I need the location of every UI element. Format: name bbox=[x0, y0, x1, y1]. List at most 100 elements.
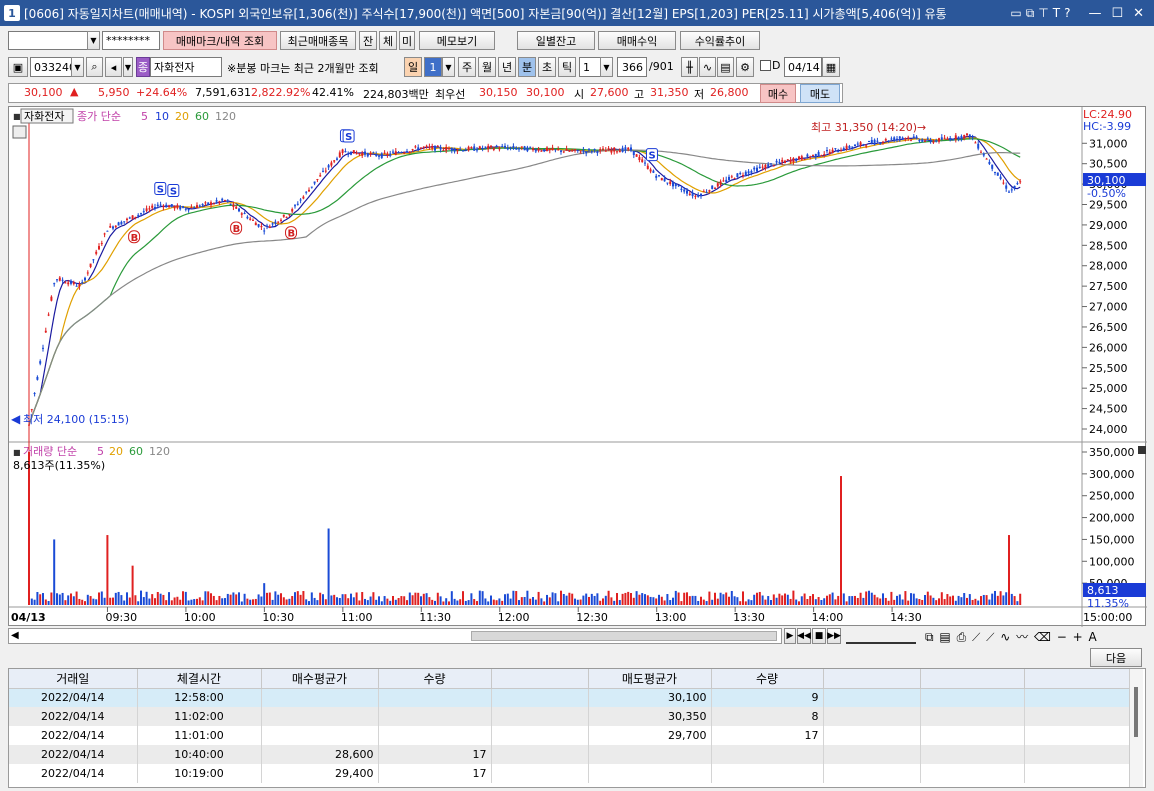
table-header-4[interactable] bbox=[491, 669, 589, 689]
d-checkbox[interactable] bbox=[760, 60, 771, 71]
period-week-button[interactable]: 주 bbox=[458, 57, 476, 77]
table-header-9[interactable] bbox=[1024, 669, 1130, 689]
code-dropdown-icon[interactable]: ▼ bbox=[71, 57, 84, 77]
zoom-slider[interactable] bbox=[846, 628, 916, 644]
interval-input[interactable]: 1 bbox=[579, 57, 601, 77]
pin-icon[interactable]: ⊤ bbox=[1038, 6, 1048, 21]
zoom-in-icon[interactable]: + bbox=[1073, 630, 1084, 644]
grid-icon[interactable] bbox=[12, 125, 27, 139]
period-month-button[interactable]: 월 bbox=[478, 57, 496, 77]
table-row[interactable]: 2022/04/14 11:01:00 29,700 17 bbox=[9, 726, 1130, 745]
recent-trades-button[interactable]: 최근매매종목 bbox=[280, 31, 356, 50]
buy-button[interactable]: 매수 bbox=[760, 84, 796, 103]
date-input[interactable]: 04/14 bbox=[784, 57, 822, 77]
volume-bar bbox=[495, 600, 498, 605]
return-trend-button[interactable]: 수익률추이 bbox=[680, 31, 760, 50]
daily-balance-button[interactable]: 일별잔고 bbox=[517, 31, 595, 50]
period-minute-button[interactable]: 분 bbox=[518, 57, 536, 77]
table-header-7[interactable] bbox=[823, 669, 921, 689]
table-header-2[interactable]: 매수평균가 bbox=[261, 669, 379, 689]
erase-tool-icon[interactable]: ⌫ bbox=[1034, 630, 1052, 644]
table-header-8[interactable] bbox=[920, 669, 1025, 689]
maximize-button[interactable]: ☐ bbox=[1111, 6, 1123, 21]
table-header-1[interactable]: 체결시간 bbox=[137, 669, 262, 689]
volume-pane-close-icon[interactable] bbox=[1138, 446, 1146, 454]
gear-icon[interactable]: ⚙ bbox=[736, 57, 754, 77]
balance-button[interactable]: 잔 bbox=[359, 31, 377, 50]
volume-bar bbox=[212, 595, 215, 605]
zoom-out-icon[interactable]: − bbox=[1057, 630, 1068, 644]
speaker-icon[interactable]: ◂ bbox=[105, 57, 122, 77]
chart-panel[interactable]: 31,00030,50030,00029,50029,00028,50028,0… bbox=[8, 106, 1147, 627]
font-icon[interactable]: A bbox=[1089, 630, 1098, 644]
help-icon[interactable]: ? bbox=[1064, 6, 1070, 21]
calendar-icon[interactable]: ▦ bbox=[822, 57, 840, 77]
copy-chart-icon[interactable]: ⧉ bbox=[925, 630, 935, 644]
candle-body bbox=[462, 150, 464, 152]
table-header-3[interactable]: 수량 bbox=[378, 669, 492, 689]
chart-tools[interactable]: ⧉ ▤ ⎙ ⟋ ⟋ ∿ 〰 ⌫ − + A bbox=[925, 628, 1098, 645]
volume-bar bbox=[411, 595, 414, 605]
text-icon[interactable]: T bbox=[1053, 6, 1060, 21]
copy-icon[interactable]: ⧉ bbox=[1026, 6, 1035, 21]
close-button[interactable]: ✕ bbox=[1133, 6, 1144, 21]
save-icon[interactable]: ▤ bbox=[717, 57, 734, 77]
scroll-right-icon[interactable]: ▶ bbox=[784, 628, 796, 644]
unexecuted-button[interactable]: 미 bbox=[399, 31, 415, 50]
scroll-thumb[interactable] bbox=[471, 631, 777, 641]
minimize-button[interactable]: — bbox=[1088, 6, 1101, 21]
print-icon[interactable]: ⎙ bbox=[957, 630, 968, 644]
table-header-6[interactable]: 수량 bbox=[711, 669, 824, 689]
table-row[interactable]: 2022/04/14 12:58:00 30,100 9 bbox=[9, 688, 1130, 707]
period-num-dropdown-icon[interactable]: ▼ bbox=[442, 57, 455, 77]
memo-button[interactable]: 메모보기 bbox=[419, 31, 495, 50]
candle-type-icon[interactable]: ╫ bbox=[681, 57, 698, 77]
interval-dropdown-icon[interactable]: ▼ bbox=[600, 57, 613, 77]
candle-body bbox=[159, 204, 162, 206]
count-input[interactable]: 366 bbox=[617, 57, 647, 77]
period-num-field[interactable]: 1 bbox=[424, 57, 442, 77]
table-scrollbar[interactable] bbox=[1129, 669, 1143, 787]
period-day-button[interactable]: 일 bbox=[404, 57, 422, 77]
executed-button[interactable]: 체 bbox=[379, 31, 397, 50]
volume-bar bbox=[532, 597, 534, 605]
chart-scrollbar[interactable]: ◀ bbox=[8, 628, 782, 644]
account-input[interactable] bbox=[8, 31, 88, 50]
line-tool-icon[interactable]: ⟋ bbox=[972, 630, 981, 644]
table-row[interactable]: 2022/04/14 11:02:00 30,350 8 bbox=[9, 707, 1130, 726]
period-second-button[interactable]: 초 bbox=[538, 57, 556, 77]
speaker-dropdown-icon[interactable]: ▼ bbox=[123, 57, 133, 77]
save-chart-icon[interactable]: ▤ bbox=[939, 630, 951, 644]
vol-ma-label: 거래량 단순 bbox=[23, 445, 77, 458]
stock-code-input[interactable]: 033240 bbox=[30, 57, 76, 77]
volume-bar bbox=[126, 592, 128, 605]
table-header-5[interactable]: 매도평균가 bbox=[588, 669, 712, 689]
wave-tool-icon[interactable]: 〰 bbox=[1016, 630, 1029, 644]
next-button[interactable]: 다음 bbox=[1090, 648, 1142, 667]
prev-fast-icon[interactable]: ◀◀ bbox=[797, 628, 811, 644]
trend-tool-icon[interactable]: ⟋ bbox=[986, 630, 995, 644]
period-tick-button[interactable]: 틱 bbox=[558, 57, 576, 77]
indicator-icon[interactable]: ∿ bbox=[699, 57, 716, 77]
mark-query-button[interactable]: 매매마크/내역 조회 bbox=[163, 31, 277, 50]
account-dropdown-icon[interactable]: ▼ bbox=[87, 31, 100, 50]
restore-icon[interactable]: ▭ bbox=[1010, 6, 1021, 21]
fib-tool-icon[interactable]: ∿ bbox=[1000, 630, 1011, 644]
table-row[interactable]: 2022/04/14 10:19:00 29,400 17 bbox=[9, 764, 1130, 783]
next-fast-icon[interactable]: ▶▶ bbox=[827, 628, 841, 644]
period-year-button[interactable]: 년 bbox=[498, 57, 516, 77]
price-volume-chart[interactable]: 31,00030,50030,00029,50029,00028,50028,0… bbox=[9, 107, 1147, 627]
scroll-left-icon[interactable]: ◀ bbox=[11, 630, 19, 641]
layout-icon[interactable]: ▣ bbox=[8, 57, 28, 77]
stop-icon[interactable]: ■ bbox=[812, 628, 826, 644]
sell-button[interactable]: 매도 bbox=[800, 84, 840, 103]
table-scroll-thumb[interactable] bbox=[1134, 687, 1138, 737]
minute-mark-note: ※분봉 마크는 최근 2개월만 조회 bbox=[227, 62, 379, 75]
candle-body bbox=[305, 191, 308, 193]
trade-profit-button[interactable]: 매매수익 bbox=[598, 31, 676, 50]
table-row[interactable]: 2022/04/14 10:40:00 28,600 17 bbox=[9, 745, 1130, 764]
table-header-0[interactable]: 거래일 bbox=[9, 669, 138, 689]
password-field[interactable]: ******** bbox=[102, 31, 160, 50]
candle-body bbox=[487, 145, 490, 150]
search-icon[interactable]: ⌕ bbox=[86, 57, 103, 77]
